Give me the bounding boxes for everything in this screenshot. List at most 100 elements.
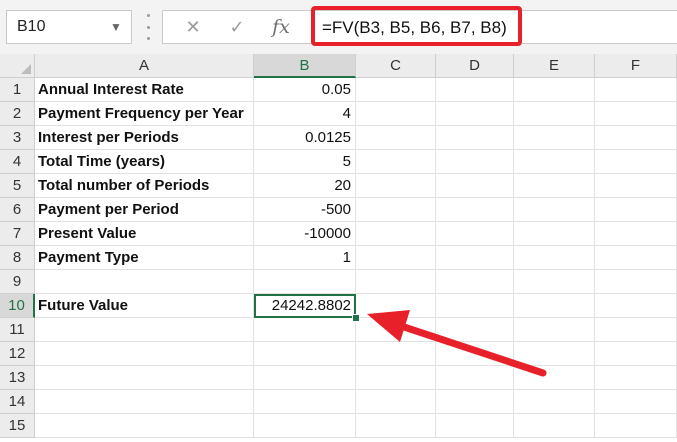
cell-a10[interactable]: Future Value (35, 294, 254, 318)
cell-b12[interactable] (254, 342, 356, 366)
cell-d7[interactable] (436, 222, 514, 246)
cell-e7[interactable] (514, 222, 595, 246)
cell-b11[interactable] (254, 318, 356, 342)
cell-d6[interactable] (436, 198, 514, 222)
column-header-f[interactable]: F (595, 54, 677, 78)
cell-c10[interactable] (356, 294, 436, 318)
cell-f6[interactable] (595, 198, 677, 222)
cell-f5[interactable] (595, 174, 677, 198)
column-header-a[interactable]: A (35, 54, 254, 78)
cell-a4[interactable]: Total Time (years) (35, 150, 254, 174)
cell-b14[interactable] (254, 390, 356, 414)
cell-f13[interactable] (595, 366, 677, 390)
row-header-6[interactable]: 6 (0, 198, 35, 222)
cell-b15[interactable] (254, 414, 356, 438)
cell-a12[interactable] (35, 342, 254, 366)
cell-e1[interactable] (514, 78, 595, 102)
cell-f8[interactable] (595, 246, 677, 270)
row-header-14[interactable]: 14 (0, 390, 35, 414)
cell-c2[interactable] (356, 102, 436, 126)
cell-e14[interactable] (514, 390, 595, 414)
cell-d1[interactable] (436, 78, 514, 102)
cell-a8[interactable]: Payment Type (35, 246, 254, 270)
cell-f1[interactable] (595, 78, 677, 102)
cell-d4[interactable] (436, 150, 514, 174)
cell-f12[interactable] (595, 342, 677, 366)
cell-a1[interactable]: Annual Interest Rate (35, 78, 254, 102)
cell-b3[interactable]: 0.0125 (254, 126, 356, 150)
cell-d8[interactable] (436, 246, 514, 270)
cell-d14[interactable] (436, 390, 514, 414)
cell-a11[interactable] (35, 318, 254, 342)
cell-c3[interactable] (356, 126, 436, 150)
cell-c11[interactable] (356, 318, 436, 342)
row-header-9[interactable]: 9 (0, 270, 35, 294)
cell-a14[interactable] (35, 390, 254, 414)
cell-e10[interactable] (514, 294, 595, 318)
column-header-b[interactable]: B (254, 54, 356, 78)
cell-a13[interactable] (35, 366, 254, 390)
cell-b5[interactable]: 20 (254, 174, 356, 198)
cell-b2[interactable]: 4 (254, 102, 356, 126)
cell-d3[interactable] (436, 126, 514, 150)
cell-e3[interactable] (514, 126, 595, 150)
formula-bar-resize-handle[interactable] (145, 14, 151, 40)
cell-a7[interactable]: Present Value (35, 222, 254, 246)
cell-b13[interactable] (254, 366, 356, 390)
fill-handle[interactable] (352, 314, 360, 322)
cell-f2[interactable] (595, 102, 677, 126)
cell-d13[interactable] (436, 366, 514, 390)
row-header-7[interactable]: 7 (0, 222, 35, 246)
cell-d5[interactable] (436, 174, 514, 198)
cancel-icon[interactable]: ✕ (176, 13, 210, 41)
enter-icon[interactable]: ✓ (220, 13, 254, 41)
name-box[interactable]: B10 ▼ (6, 10, 132, 44)
cell-e2[interactable] (514, 102, 595, 126)
row-header-5[interactable]: 5 (0, 174, 35, 198)
cell-e6[interactable] (514, 198, 595, 222)
cell-f11[interactable] (595, 318, 677, 342)
worksheet-grid[interactable]: A B C D E F 1 Annual Interest Rate 0.05 2 Payment … (0, 54, 677, 442)
cell-a3[interactable]: Interest per Periods (35, 126, 254, 150)
cell-b10[interactable]: 24242.8802 (254, 294, 356, 318)
row-header-2[interactable]: 2 (0, 102, 35, 126)
cell-e4[interactable] (514, 150, 595, 174)
cell-d2[interactable] (436, 102, 514, 126)
cell-f15[interactable] (595, 414, 677, 438)
cell-f14[interactable] (595, 390, 677, 414)
cell-b8[interactable]: 1 (254, 246, 356, 270)
cell-b4[interactable]: 5 (254, 150, 356, 174)
cell-a15[interactable] (35, 414, 254, 438)
row-header-8[interactable]: 8 (0, 246, 35, 270)
cell-c15[interactable] (356, 414, 436, 438)
cell-d9[interactable] (436, 270, 514, 294)
cell-d12[interactable] (436, 342, 514, 366)
formula-input[interactable]: =FV(B3, B5, B6, B7, B8) (312, 10, 677, 44)
cell-b1[interactable]: 0.05 (254, 78, 356, 102)
cell-d11[interactable] (436, 318, 514, 342)
cell-c9[interactable] (356, 270, 436, 294)
cell-e11[interactable] (514, 318, 595, 342)
cell-f9[interactable] (595, 270, 677, 294)
select-all-corner[interactable] (0, 54, 35, 78)
row-header-13[interactable]: 13 (0, 366, 35, 390)
cell-b7[interactable]: -10000 (254, 222, 356, 246)
cell-f4[interactable] (595, 150, 677, 174)
cell-d10[interactable] (436, 294, 514, 318)
cell-f10[interactable] (595, 294, 677, 318)
insert-function-icon[interactable]: fx (264, 13, 298, 41)
cell-e9[interactable] (514, 270, 595, 294)
cell-a2[interactable]: Payment Frequency per Year (35, 102, 254, 126)
cell-c8[interactable] (356, 246, 436, 270)
column-header-e[interactable]: E (514, 54, 595, 78)
cell-b6[interactable]: -500 (254, 198, 356, 222)
cell-e15[interactable] (514, 414, 595, 438)
cell-c5[interactable] (356, 174, 436, 198)
row-header-1[interactable]: 1 (0, 78, 35, 102)
cell-e5[interactable] (514, 174, 595, 198)
cell-c4[interactable] (356, 150, 436, 174)
cell-f3[interactable] (595, 126, 677, 150)
column-header-d[interactable]: D (436, 54, 514, 78)
row-header-15[interactable]: 15 (0, 414, 35, 438)
row-header-11[interactable]: 11 (0, 318, 35, 342)
